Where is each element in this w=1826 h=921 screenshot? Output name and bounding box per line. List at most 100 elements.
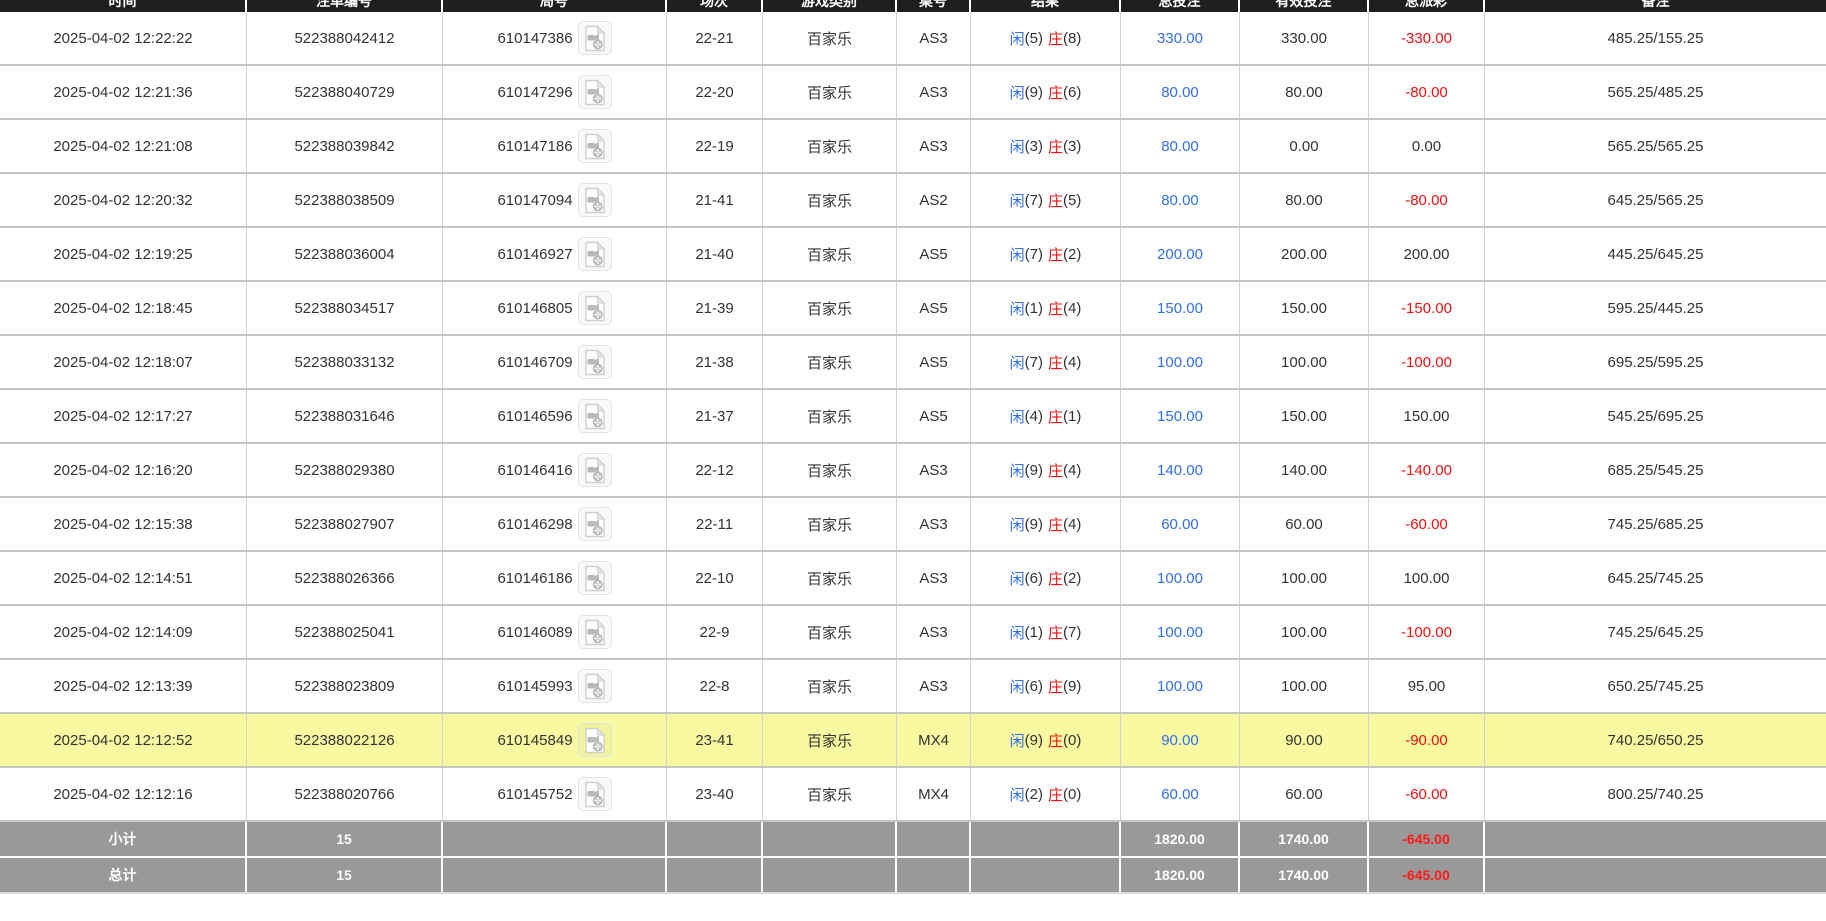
column-header-game-type: 游戏类别: [763, 0, 897, 12]
table-row[interactable]: 2025-04-02 12:21:36522388040729610147296…: [0, 66, 1826, 120]
cell-result: 闲(6)庄(2): [971, 552, 1121, 604]
cell-remark: 800.25/740.25: [1485, 768, 1826, 820]
player-label: 闲: [1010, 298, 1025, 319]
cell-round-number: 610146805: [443, 282, 667, 334]
cell-total-bet[interactable]: 330.00: [1121, 12, 1240, 64]
cell-total-bet[interactable]: 100.00: [1121, 336, 1240, 388]
player-score: (1): [1025, 624, 1043, 641]
table-row[interactable]: 2025-04-02 12:12:16522388020766610145752…: [0, 768, 1826, 822]
video-replay-button[interactable]: [578, 399, 612, 433]
video-replay-button[interactable]: [578, 183, 612, 217]
cell-bet-number: 522388040729: [247, 66, 443, 118]
video-replay-file-icon: [583, 565, 607, 592]
cell-valid-bet: 80.00: [1240, 66, 1369, 118]
cell-session: 22-20: [667, 66, 763, 118]
video-replay-file-icon: [583, 295, 607, 322]
video-replay-button[interactable]: [578, 561, 612, 595]
video-replay-file-icon: [583, 403, 607, 430]
cell-payout: -100.00: [1369, 336, 1485, 388]
column-header-label: 局号: [443, 0, 665, 11]
cell-total-bet[interactable]: 140.00: [1121, 444, 1240, 496]
cell-time: 2025-04-02 12:19:25: [0, 228, 247, 280]
cell-table-number: AS3: [897, 66, 971, 118]
cell-total-bet[interactable]: 150.00: [1121, 282, 1240, 334]
column-header-label: 注单编号: [247, 0, 441, 11]
table-row[interactable]: 2025-04-02 12:15:38522388027907610146298…: [0, 498, 1826, 552]
video-replay-button[interactable]: [578, 129, 612, 163]
cell-table-number: AS3: [897, 120, 971, 172]
video-replay-button[interactable]: [578, 453, 612, 487]
column-header-label: 总投注: [1121, 0, 1238, 11]
video-replay-button[interactable]: [578, 723, 612, 757]
table-row[interactable]: 2025-04-02 12:19:25522388036004610146927…: [0, 228, 1826, 282]
cell-payout: 95.00: [1369, 660, 1485, 712]
video-replay-button[interactable]: [578, 507, 612, 541]
column-header-result: 结果: [971, 0, 1121, 12]
banker-label: 庄: [1048, 676, 1063, 697]
column-header-label: 场次: [667, 0, 761, 11]
cell-total-bet[interactable]: 60.00: [1121, 498, 1240, 550]
cell-total-bet[interactable]: 80.00: [1121, 66, 1240, 118]
player-score: (2): [1025, 786, 1043, 803]
table-row[interactable]: 2025-04-02 12:12:52522388022126610145849…: [0, 714, 1826, 768]
video-replay-button[interactable]: [578, 75, 612, 109]
table-row[interactable]: 2025-04-02 12:13:39522388023809610145993…: [0, 660, 1826, 714]
video-replay-button[interactable]: [578, 615, 612, 649]
cell-remark: 740.25/650.25: [1485, 714, 1826, 766]
cell-bet-number: 522388033132: [247, 336, 443, 388]
video-replay-file-icon: [583, 673, 607, 700]
cell-round-number: 610145849: [443, 714, 667, 766]
video-replay-button[interactable]: [578, 237, 612, 271]
cell-remark: 650.25/745.25: [1485, 660, 1826, 712]
table-row[interactable]: 2025-04-02 12:18:45522388034517610146805…: [0, 282, 1826, 336]
cell-total-bet[interactable]: 80.00: [1121, 174, 1240, 226]
cell-total-bet[interactable]: 90.00: [1121, 714, 1240, 766]
table-row[interactable]: 2025-04-02 12:20:32522388038509610147094…: [0, 174, 1826, 228]
cell-remark: 745.25/685.25: [1485, 498, 1826, 550]
cell-total-bet[interactable]: 150.00: [1121, 390, 1240, 442]
table-row[interactable]: 2025-04-02 12:16:20522388029380610146416…: [0, 444, 1826, 498]
round-number-text: 610146709: [497, 354, 572, 371]
cell-valid-bet: 140.00: [1240, 444, 1369, 496]
cell-total-bet[interactable]: 80.00: [1121, 120, 1240, 172]
cell-session: 21-40: [667, 228, 763, 280]
cell-total-bet[interactable]: 60.00: [1121, 768, 1240, 820]
cell-valid-bet: 150.00: [1240, 390, 1369, 442]
video-replay-button[interactable]: [578, 21, 612, 55]
column-header-table-number: 桌号: [897, 0, 971, 12]
summary-empty-game-type: [763, 858, 897, 892]
cell-bet-number: 522388042412: [247, 12, 443, 64]
summary-total-bet: 1820.00: [1121, 858, 1240, 892]
cell-total-bet[interactable]: 100.00: [1121, 552, 1240, 604]
video-replay-button[interactable]: [578, 345, 612, 379]
table-row[interactable]: 2025-04-02 12:14:09522388025041610146089…: [0, 606, 1826, 660]
table-row[interactable]: 2025-04-02 12:18:07522388033132610146709…: [0, 336, 1826, 390]
table-row[interactable]: 2025-04-02 12:17:27522388031646610146596…: [0, 390, 1826, 444]
cell-total-bet[interactable]: 200.00: [1121, 228, 1240, 280]
video-replay-button[interactable]: [578, 669, 612, 703]
cell-bet-number: 522388034517: [247, 282, 443, 334]
cell-session: 21-37: [667, 390, 763, 442]
table-row[interactable]: 2025-04-02 12:22:22522388042412610147386…: [0, 12, 1826, 66]
cell-total-bet[interactable]: 100.00: [1121, 606, 1240, 658]
cell-total-bet[interactable]: 100.00: [1121, 660, 1240, 712]
cell-game-type: 百家乐: [763, 768, 897, 820]
player-label: 闲: [1010, 460, 1025, 481]
banker-score: (0): [1063, 732, 1081, 749]
cell-time: 2025-04-02 12:14:09: [0, 606, 247, 658]
column-header-label: 结果: [971, 0, 1119, 11]
cell-table-number: AS3: [897, 660, 971, 712]
table-row[interactable]: 2025-04-02 12:21:08522388039842610147186…: [0, 120, 1826, 174]
table-row[interactable]: 2025-04-02 12:14:51522388026366610146186…: [0, 552, 1826, 606]
video-replay-button[interactable]: [578, 777, 612, 811]
banker-score: (8): [1063, 30, 1081, 47]
cell-game-type: 百家乐: [763, 660, 897, 712]
banker-label: 庄: [1048, 406, 1063, 427]
cell-bet-number: 522388022126: [247, 714, 443, 766]
banker-label: 庄: [1048, 244, 1063, 265]
cell-session: 22-11: [667, 498, 763, 550]
summary-valid-bet: 1740.00: [1240, 822, 1369, 856]
player-score: (4): [1025, 408, 1043, 425]
video-replay-file-icon: [583, 511, 607, 538]
video-replay-button[interactable]: [578, 291, 612, 325]
